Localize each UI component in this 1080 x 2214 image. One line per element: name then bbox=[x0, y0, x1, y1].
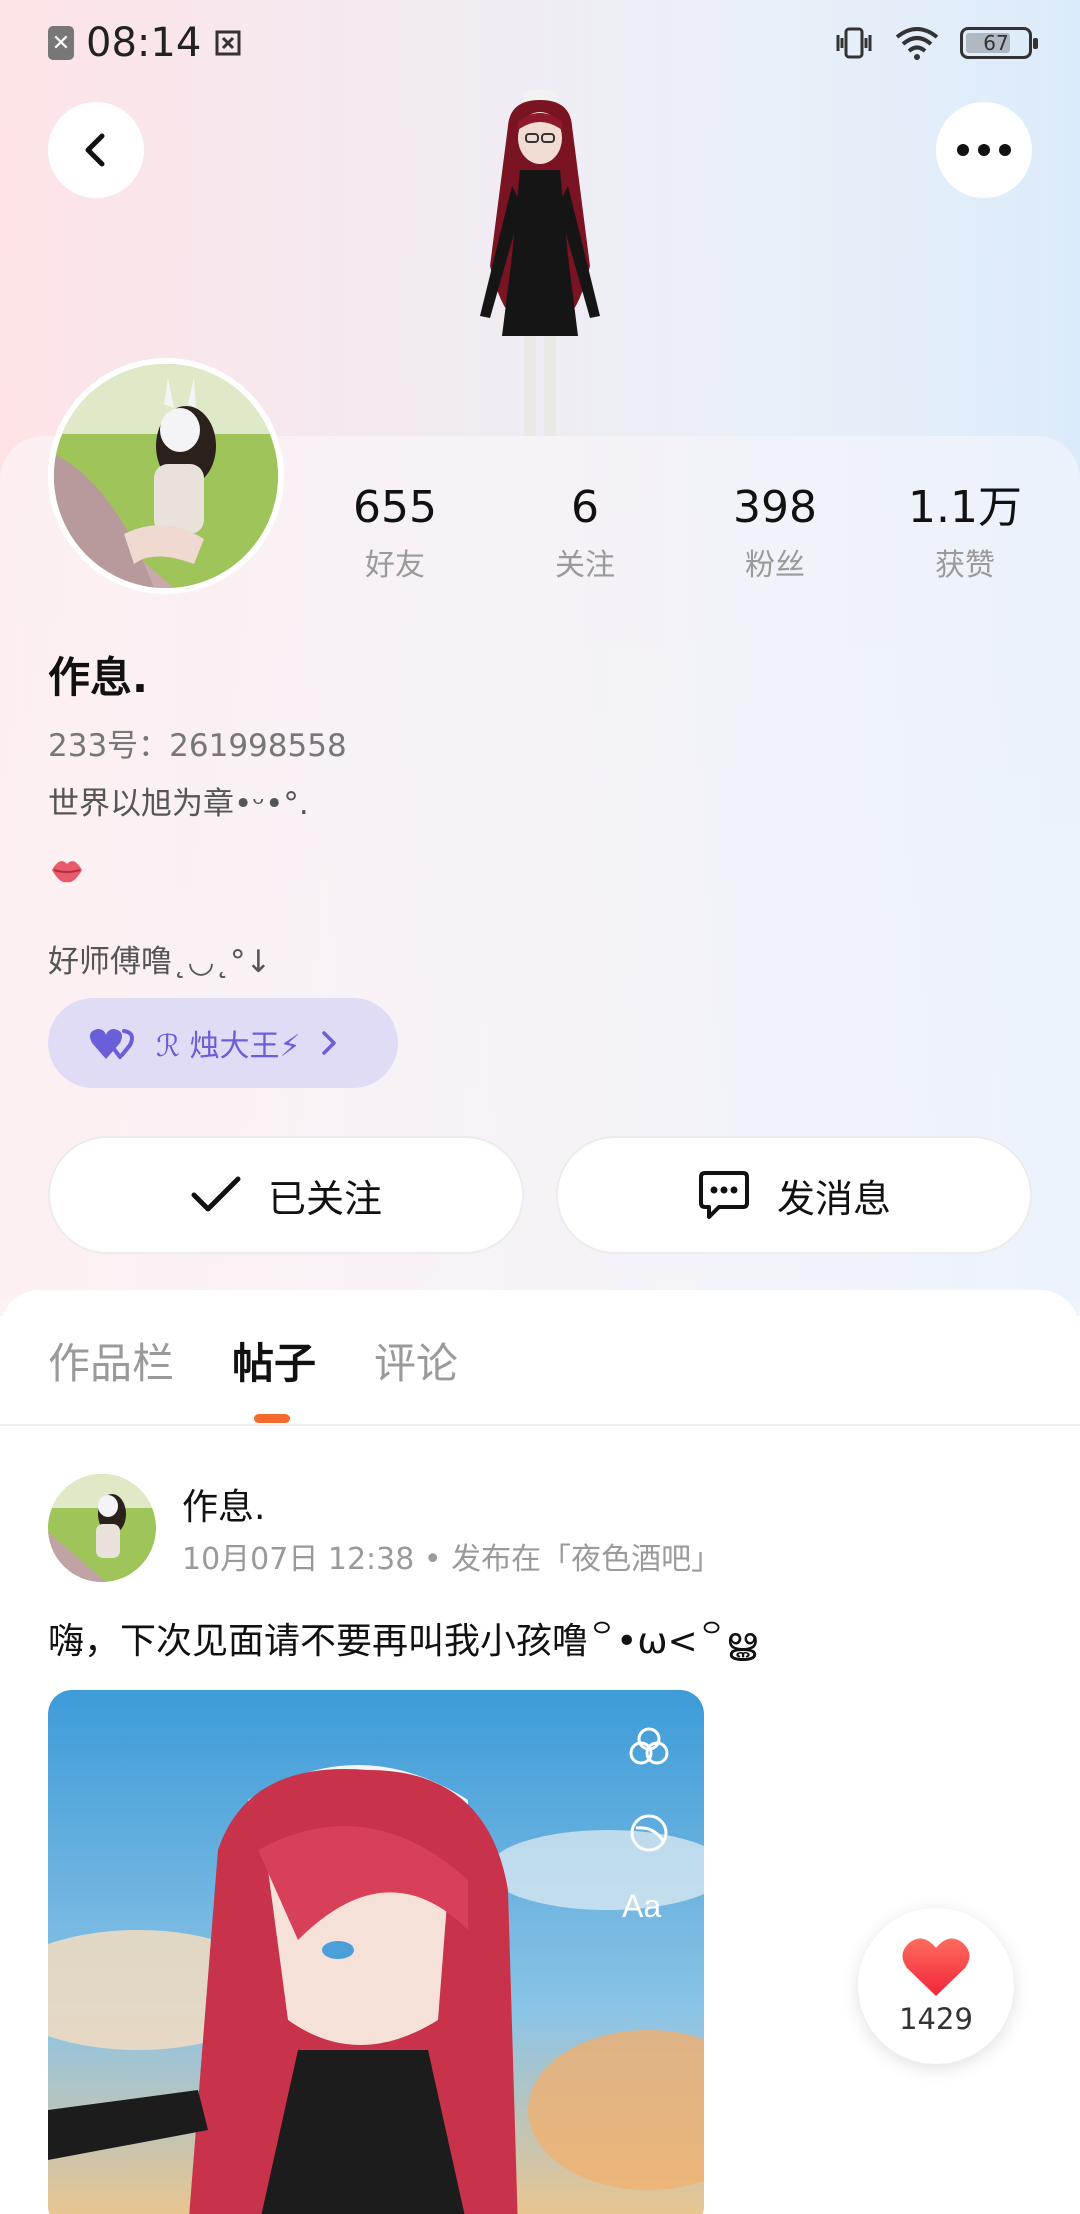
lips-icon bbox=[52, 861, 82, 883]
double-heart-icon bbox=[90, 1029, 134, 1059]
post-image[interactable]: Aa bbox=[48, 1690, 704, 2214]
profile-bio-line1: 世界以旭为章•ᵕ•°. bbox=[48, 786, 309, 822]
heart-icon bbox=[902, 1938, 970, 1996]
profile-stats: 655 好友 6 关注 398 粉丝 1.1万 获赞 bbox=[300, 480, 1060, 584]
stat-value: 1.1万 bbox=[908, 482, 1022, 533]
character-figure bbox=[480, 89, 600, 436]
checkmark-icon bbox=[191, 1176, 241, 1212]
vibrate-icon bbox=[836, 27, 872, 59]
like-button[interactable]: 1429 bbox=[858, 1908, 1014, 2064]
tab-comments[interactable]: 评论 bbox=[374, 1330, 458, 1391]
sticker-icon[interactable] bbox=[626, 1810, 672, 1856]
followed-button[interactable]: 已关注 bbox=[48, 1136, 524, 1254]
stat-label: 关注 bbox=[555, 548, 615, 583]
profile-name: 作息. bbox=[48, 653, 148, 702]
stat-fans[interactable]: 398 粉丝 bbox=[680, 480, 870, 584]
avatar-photo bbox=[54, 364, 278, 588]
active-tab-indicator bbox=[254, 1414, 290, 1423]
stat-label: 获赞 bbox=[935, 548, 995, 583]
post-image-artwork bbox=[48, 1690, 704, 2214]
stat-friends[interactable]: 655 好友 bbox=[300, 480, 490, 584]
stat-value: 6 bbox=[571, 482, 599, 533]
chat-bubble-icon bbox=[698, 1171, 749, 1219]
stat-label: 好友 bbox=[365, 548, 425, 583]
profile-uid: 233号：261998558 bbox=[48, 728, 347, 764]
more-button[interactable] bbox=[936, 102, 1032, 198]
battery-level: 67 bbox=[983, 31, 1009, 55]
filter-icon[interactable] bbox=[626, 1724, 672, 1770]
status-time: 08:14 bbox=[86, 20, 202, 66]
post-author-name[interactable]: 作息. bbox=[182, 1478, 265, 1530]
stat-likes[interactable]: 1.1万 获赞 bbox=[870, 480, 1060, 584]
profile-bio-line2: 好师傅噜˛◡˛°↓ bbox=[48, 944, 272, 980]
profile-avatar[interactable] bbox=[48, 358, 284, 594]
stat-label: 粉丝 bbox=[745, 548, 805, 583]
stat-following[interactable]: 6 关注 bbox=[490, 480, 680, 584]
tabs-divider bbox=[0, 1424, 1080, 1426]
chevron-left-icon bbox=[85, 133, 105, 167]
post-author-avatar[interactable] bbox=[48, 1474, 156, 1582]
fan-badge-label: ℛ 烛大王⚡ bbox=[156, 1029, 301, 1064]
screenshot-icon bbox=[215, 30, 241, 56]
tab-posts[interactable]: 帖子 bbox=[232, 1330, 316, 1391]
message-button[interactable]: 发消息 bbox=[556, 1136, 1032, 1254]
text-tool-label[interactable]: Aa bbox=[622, 1888, 661, 1925]
post-text[interactable]: 嗨，下次见面请不要再叫我小孩噜꒪•ω<꒪ൠ bbox=[48, 1612, 757, 1664]
tab-works[interactable]: 作品栏 bbox=[48, 1330, 174, 1391]
message-button-label: 发消息 bbox=[776, 1176, 891, 1221]
more-dots-icon bbox=[957, 144, 1011, 156]
followed-button-label: 已关注 bbox=[267, 1176, 382, 1221]
fan-badge-button[interactable]: ℛ 烛大王⚡ bbox=[48, 998, 398, 1088]
stat-value: 655 bbox=[353, 482, 437, 533]
wifi-icon bbox=[895, 27, 939, 60]
like-count: 1429 bbox=[899, 2002, 973, 2036]
status-bar: ✕ 08:14 67 bbox=[0, 0, 1080, 86]
back-button[interactable] bbox=[48, 102, 144, 198]
chevron-right-icon bbox=[321, 1031, 336, 1055]
battery-indicator: 67 bbox=[960, 27, 1038, 59]
notification-icon: ✕ bbox=[48, 26, 74, 60]
stat-value: 398 bbox=[733, 482, 817, 533]
post-avatar-photo bbox=[48, 1474, 156, 1582]
post-meta: 10月07日 12:38 • 发布在「夜色酒吧」 bbox=[182, 1542, 722, 1577]
